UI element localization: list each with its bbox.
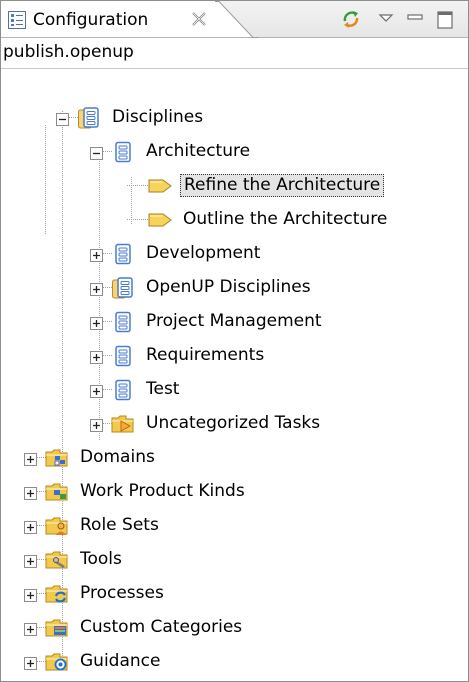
configuration-view-icon [7,10,27,30]
discipline-icon [111,311,135,333]
tree-item-label: Domains [80,447,155,467]
tree-item-processes[interactable]: Processes [24,579,444,609]
discipline-icon [111,243,135,265]
tree-item-project-management[interactable]: Project Management [90,307,450,337]
expand-icon[interactable] [24,587,37,602]
tree-item-label: Requirements [146,345,265,365]
role-set-folder-icon [45,515,69,537]
tab-edge [215,1,259,38]
tree-item-label: Test [146,379,180,399]
tree-item-openup-disciplines[interactable]: OpenUP Disciplines [90,273,450,303]
expand-icon[interactable] [24,451,37,466]
configuration-path-bar: publish.openup [1,38,468,69]
tree-item-label: Refine the Architecture [180,174,385,197]
tree-item-label: Disciplines [112,107,204,127]
task-icon [148,209,172,231]
tree-item-label: Tools [80,549,122,569]
expand-icon[interactable] [24,485,37,500]
tree-item-label: Processes [80,583,164,603]
tree-item-label: Architecture [146,141,251,161]
close-icon[interactable] [190,10,208,28]
tree-item-label: Outline the Architecture [183,209,388,229]
tree-connector [45,125,46,235]
tree-item-architecture[interactable]: Architecture [90,137,450,167]
tools-folder-icon [45,549,69,571]
expand-icon[interactable] [90,383,103,398]
discipline-icon [111,379,135,401]
expand-icon[interactable] [90,315,103,330]
expand-icon[interactable] [90,417,103,432]
task-icon [148,175,172,197]
expand-icon[interactable] [90,349,103,364]
tree-item-domains[interactable]: Domains [24,443,444,473]
tree-item-work-product-kinds[interactable]: Work Product Kinds [24,477,444,507]
view-title: Configuration [33,10,149,30]
tree-item-refine-the-architecture[interactable]: Refine the Architecture [127,171,462,201]
tree-item-development[interactable]: Development [90,239,450,269]
view-title-bar: Configuration [1,1,468,38]
expand-icon[interactable] [90,247,103,262]
tree-item-guidance[interactable]: Guidance [24,647,444,677]
collapse-icon[interactable] [90,145,103,160]
tree-item-label: Role Sets [80,515,159,535]
configuration-name: publish.openup [3,42,134,62]
processes-folder-icon [45,583,69,605]
tree-item-label: Uncategorized Tasks [146,413,321,433]
tree-item-test[interactable]: Test [90,375,450,405]
discipline-group-icon [77,107,101,129]
minimize-icon[interactable] [403,7,427,31]
maximize-icon[interactable] [433,7,457,31]
expand-icon[interactable] [24,553,37,568]
tree-item-label: Custom Categories [80,617,243,637]
expand-icon[interactable] [24,655,37,670]
view-menu-icon[interactable] [374,7,398,31]
collapse-icon[interactable] [56,111,69,126]
tree-item-label: Work Product Kinds [80,481,245,501]
tree-item-requirements[interactable]: Requirements [90,341,450,371]
tree-item-label: Project Management [146,311,322,331]
tree-item-outline-the-architecture[interactable]: Outline the Architecture [127,205,462,235]
discipline-icon [111,345,135,367]
expand-icon[interactable] [90,281,103,296]
configuration-view: Configuration publish.openup Disciplines… [0,0,469,682]
tree-item-label: Guidance [80,651,161,671]
tree-item-label: Development [146,243,261,263]
tree-item-uncategorized-tasks[interactable]: Uncategorized Tasks [90,409,450,439]
tree-item-tools[interactable]: Tools [24,545,444,575]
uncategorized-folder-icon [111,413,135,435]
custom-categories-folder-icon [45,617,69,639]
guidance-folder-icon [45,651,69,673]
tree-item-label: OpenUP Disciplines [146,277,311,297]
domain-folder-icon [45,447,69,469]
expand-icon[interactable] [24,519,37,534]
tree-item-disciplines[interactable]: Disciplines [56,103,456,133]
discipline-icon [111,141,135,163]
sync-icon[interactable] [339,7,363,31]
tree-item-custom-categories[interactable]: Custom Categories [24,613,444,643]
tree-item-role-sets[interactable]: Role Sets [24,511,444,541]
discipline-group-icon [111,277,135,299]
expand-icon[interactable] [24,621,37,636]
work-product-kind-folder-icon [45,481,69,503]
configuration-tree[interactable]: Disciplines Architecture Refine the Arch… [1,69,468,681]
